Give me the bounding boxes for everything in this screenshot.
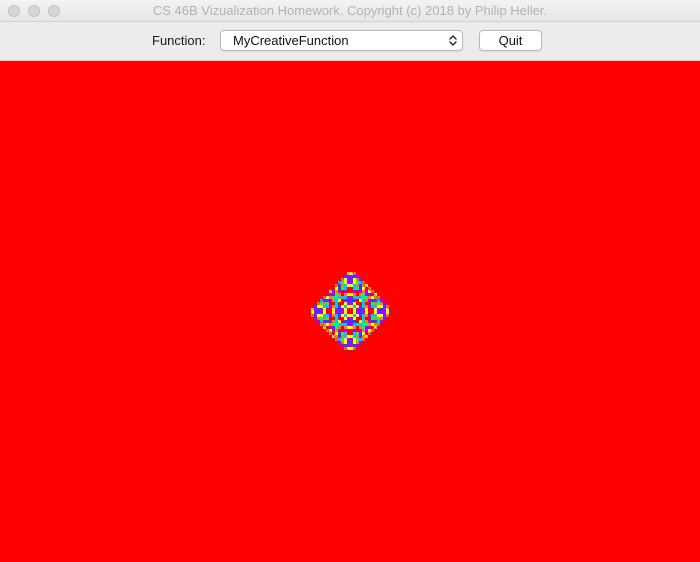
visualization-canvas xyxy=(0,61,700,562)
fractal-diamond xyxy=(308,269,393,354)
function-select-value: MyCreativeFunction xyxy=(233,33,349,48)
toolbar: Function: MyCreativeFunction Quit xyxy=(0,22,700,61)
function-label: Function: xyxy=(152,33,206,48)
quit-button[interactable]: Quit xyxy=(479,30,542,51)
function-select[interactable]: MyCreativeFunction xyxy=(220,30,463,51)
title-bar[interactable]: CS 46B Vizualization Homework. Copyright… xyxy=(0,0,700,22)
app-window: CS 46B Vizualization Homework. Copyright… xyxy=(0,0,700,562)
window-title: CS 46B Vizualization Homework. Copyright… xyxy=(152,3,548,18)
chevron-up-down-icon xyxy=(449,35,457,46)
